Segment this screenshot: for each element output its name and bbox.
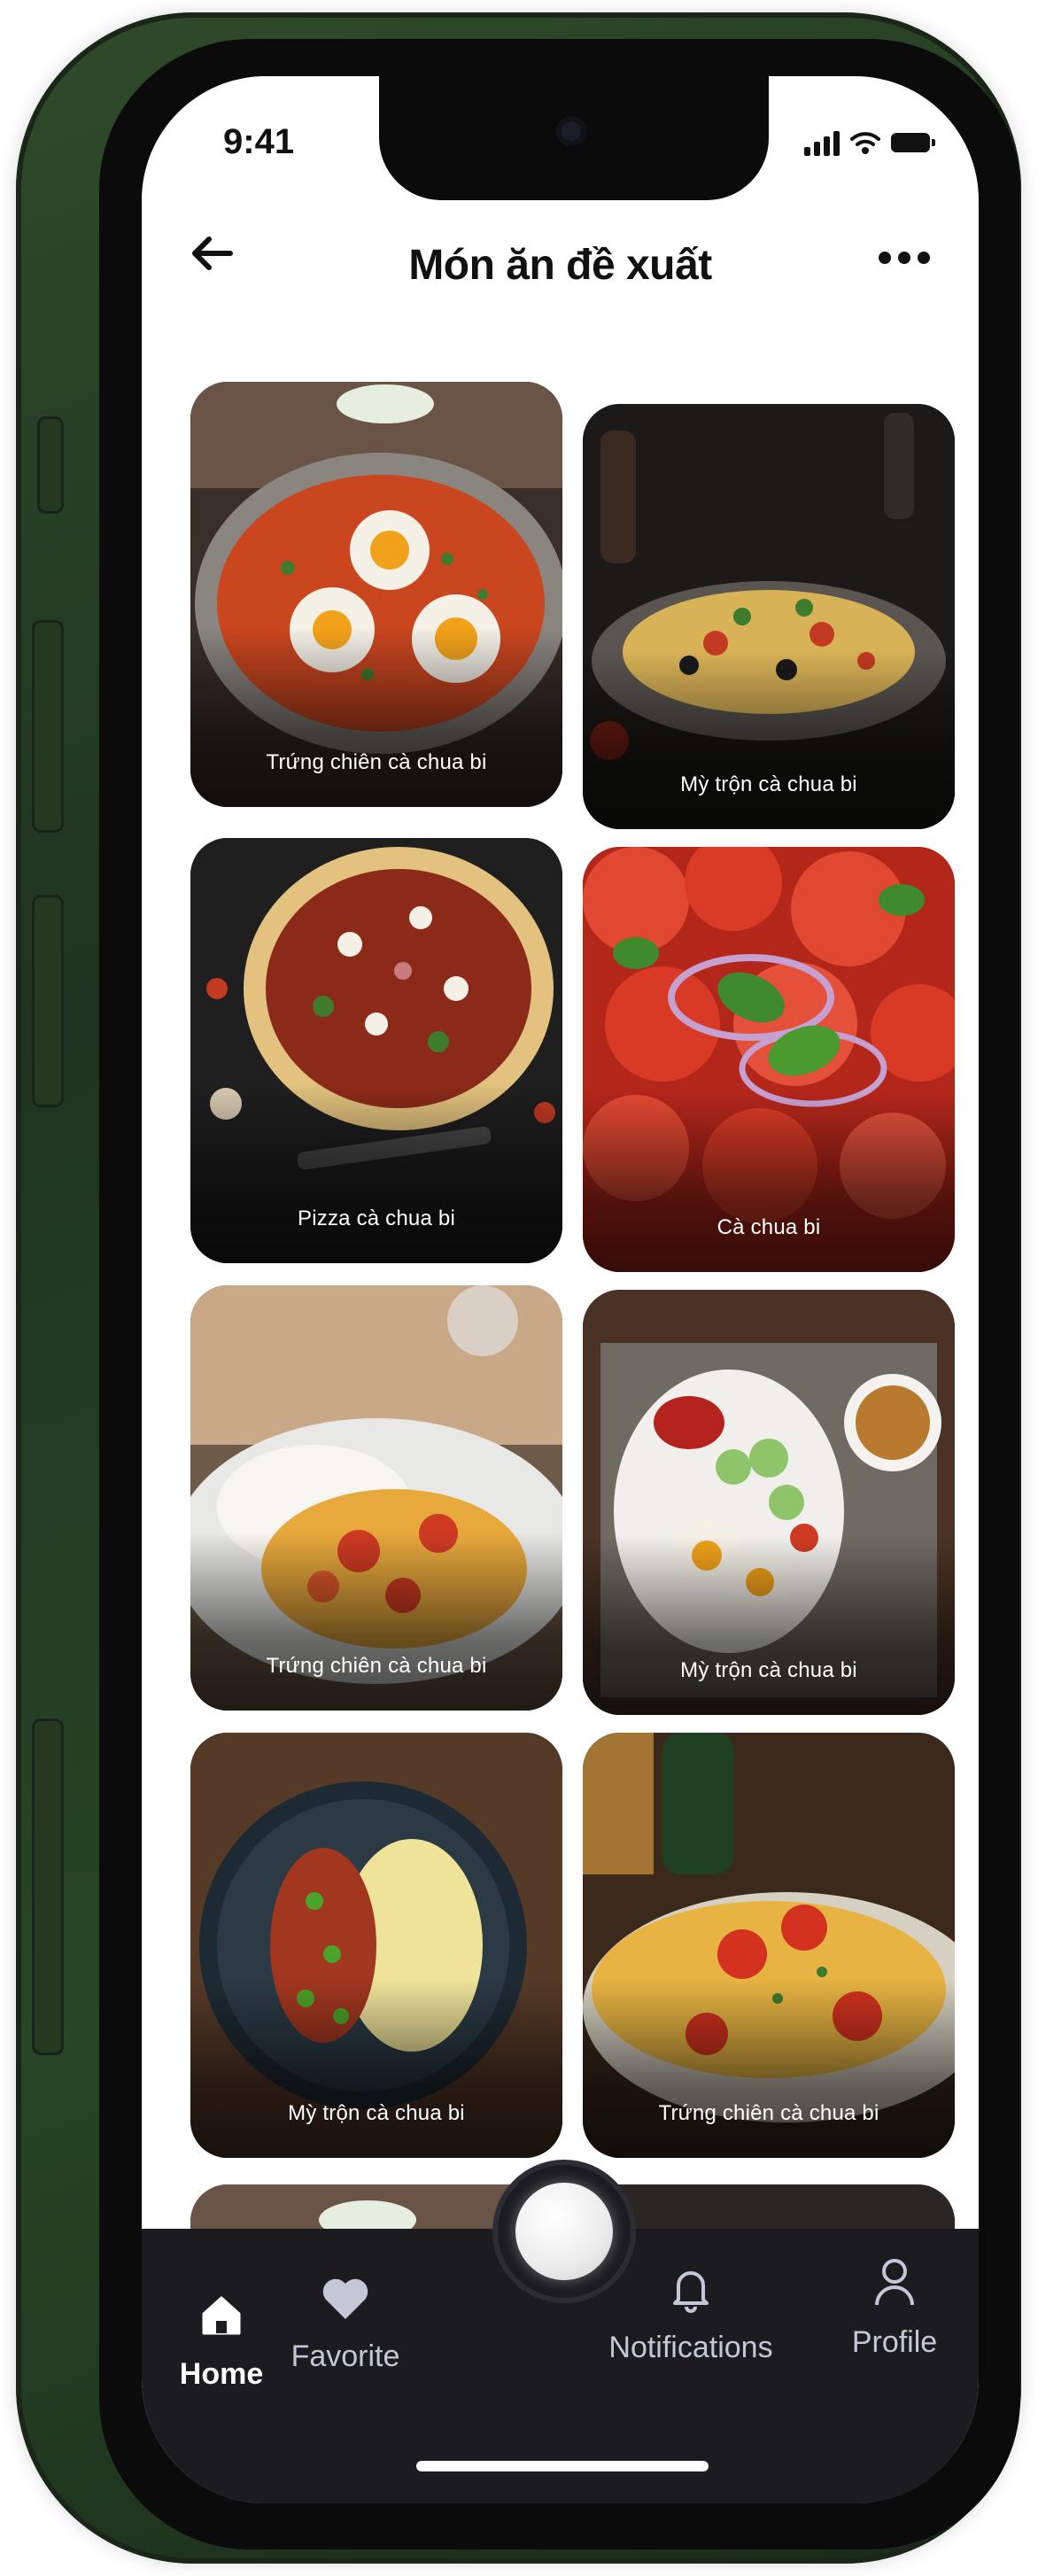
- dish-card[interactable]: Trứng chiên cà chua bi: [583, 1733, 955, 2158]
- wifi-icon: [850, 132, 880, 154]
- card-shade: [583, 1093, 955, 1272]
- home-indicator: [416, 2461, 709, 2471]
- dish-label: Pizza cà chua bi: [298, 1207, 455, 1230]
- dish-card[interactable]: Mỳ trộn cà chua bi: [583, 404, 955, 829]
- home-icon: [202, 2296, 241, 2335]
- status-time: 9:41: [223, 122, 295, 161]
- dish-label: Trứng chiên cà chua bi: [658, 2101, 879, 2125]
- battery-icon: [891, 133, 935, 152]
- dish-card[interactable]: Trứng chiên cà chua bi: [190, 1285, 562, 1711]
- tab-home-label: Home: [179, 2357, 264, 2391]
- volume-up-button: [32, 620, 64, 833]
- tab-profile-label: Profile: [851, 2325, 938, 2359]
- tab-home[interactable]: Home: [159, 2291, 283, 2392]
- dish-card[interactable]: Mỳ trộn cà chua bi: [583, 1290, 955, 1715]
- volume-down-button: [32, 895, 64, 1107]
- card-shade: [583, 650, 955, 829]
- heart-icon: [322, 2278, 368, 2319]
- dish-label: Mỳ trộn cà chua bi: [288, 2101, 465, 2125]
- dish-label: Trứng chiên cà chua bi: [266, 750, 487, 774]
- dish-card[interactable]: Pizza cà chua bi: [190, 838, 562, 1263]
- card-shade: [190, 1979, 562, 2158]
- dish-card[interactable]: Mỳ trộn cà chua bi: [190, 1733, 562, 2158]
- screen: Trứng chiên cà chua bi Mỳ trộn cà chua b…: [142, 76, 979, 2503]
- profile-icon: [875, 2259, 914, 2306]
- card-shade: [190, 628, 562, 807]
- tab-profile[interactable]: Profile: [833, 2255, 957, 2360]
- header: Món ăn đề xuất: [142, 200, 979, 306]
- sim-tray: [32, 1719, 64, 2055]
- bell-icon: [673, 2271, 709, 2313]
- card-shade: [190, 1532, 562, 1711]
- card-shade: [583, 1979, 955, 2158]
- notch: [379, 76, 769, 200]
- status-icons: [804, 129, 935, 156]
- card-shade: [583, 1536, 955, 1715]
- dish-label: Mỳ trộn cà chua bi: [680, 1658, 857, 1682]
- dish-label: Cà chua bi: [717, 1215, 821, 1239]
- dish-label: Mỳ trộn cà chua bi: [680, 772, 857, 796]
- more-options-icon[interactable]: [879, 252, 930, 264]
- dish-label: Trứng chiên cà chua bi: [266, 1654, 487, 1678]
- dish-card[interactable]: Cà chua bi: [583, 847, 955, 1272]
- bottom-tab-bar: Home Favorite Notifications Profile: [142, 2165, 979, 2503]
- page-title: Món ăn đề xuất: [408, 242, 712, 289]
- tab-favorite-label: Favorite: [290, 2339, 400, 2373]
- tab-favorite[interactable]: Favorite: [266, 2273, 425, 2374]
- card-shade: [190, 1084, 562, 1263]
- front-camera: [556, 116, 586, 146]
- signal-icon: [804, 129, 840, 156]
- tab-notifications-label: Notifications: [608, 2331, 773, 2364]
- dish-grid: Trứng chiên cà chua bi Mỳ trộn cà chua b…: [142, 76, 979, 2503]
- tab-notifications[interactable]: Notifications: [593, 2264, 788, 2365]
- dish-card[interactable]: Trứng chiên cà chua bi: [190, 382, 562, 807]
- mute-switch: [37, 416, 64, 514]
